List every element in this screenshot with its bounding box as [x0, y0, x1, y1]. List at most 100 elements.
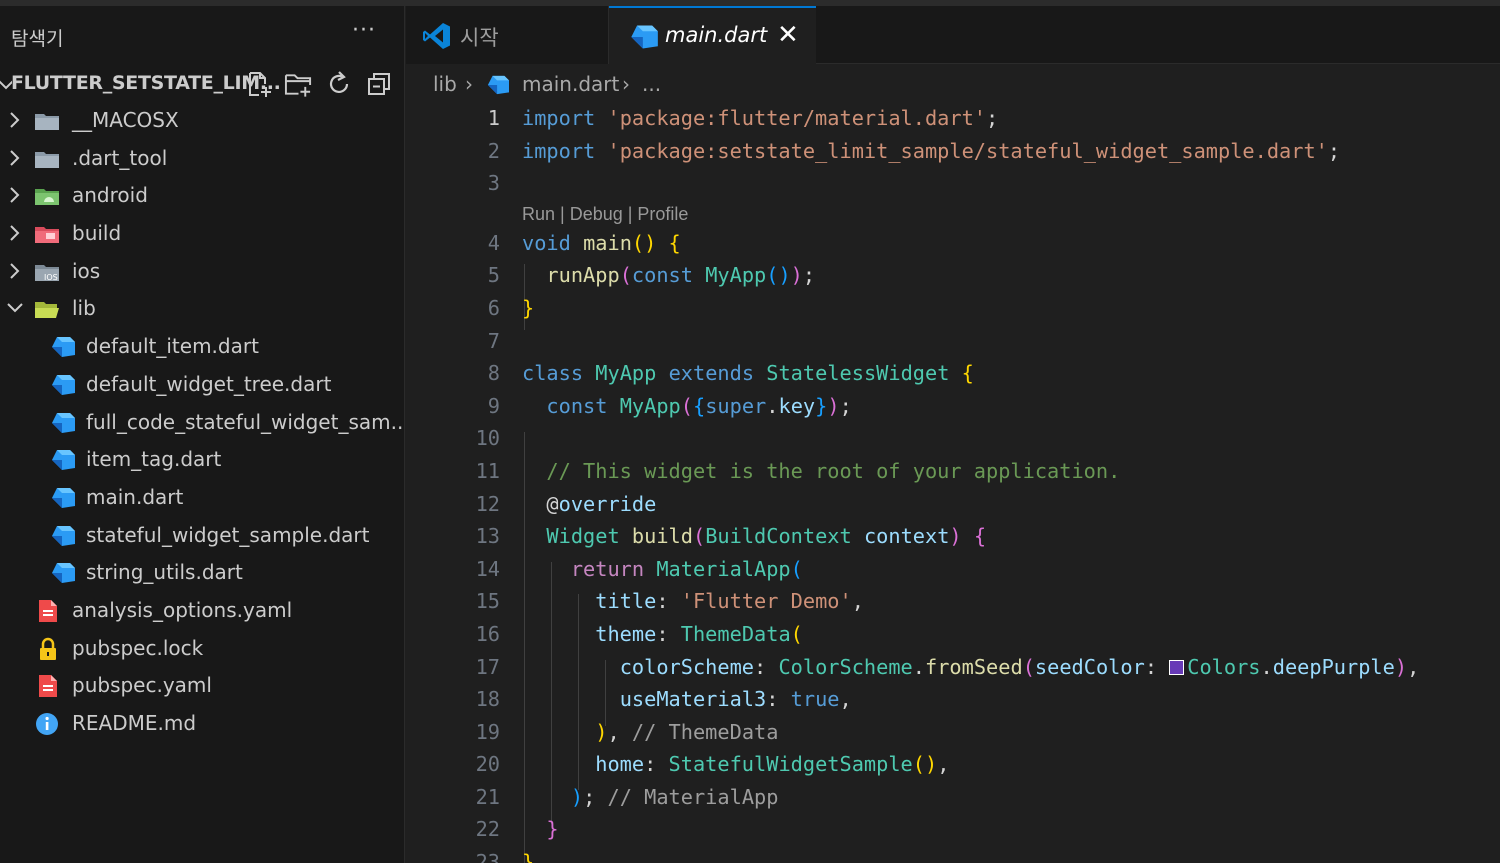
- code-line: 5 runApp(const MyApp());: [406, 259, 1500, 292]
- dart-icon: [52, 563, 75, 584]
- breadcrumb-file[interactable]: main.dart: [522, 72, 619, 96]
- code-line: 8 class MyApp extends StatelessWidget {: [406, 357, 1500, 390]
- line-number: 21: [475, 784, 500, 809]
- explorer-title: 탐색기: [11, 28, 64, 50]
- color-swatch[interactable]: [1169, 659, 1185, 675]
- chevron-down-icon: [7, 303, 23, 313]
- line-number: 15: [475, 589, 500, 614]
- tree-item-lib[interactable]: lib: [0, 290, 404, 328]
- tree-item-label: pubspec.lock: [72, 635, 204, 660]
- project-root-row[interactable]: FLUTTER_SETSTATE_LIM...: [0, 66, 404, 102]
- code-line: 21 ); // MaterialApp: [406, 781, 1500, 814]
- tree-item-item-tag[interactable]: item_tag.dart: [0, 441, 404, 479]
- ios-folder-icon: IOS: [35, 264, 59, 282]
- tab-label: main.dart: [665, 23, 768, 47]
- refresh-icon[interactable]: [324, 70, 353, 99]
- tree-item-label: pubspec.yaml: [72, 673, 212, 698]
- tree-item-full-code-stateful[interactable]: full_code_stateful_widget_sam...: [0, 404, 405, 442]
- tree-item-analysis-options[interactable]: analysis_options.yaml: [0, 592, 404, 630]
- file-tree: __MACOSX .dart_tool android build IOS io…: [0, 102, 405, 743]
- line-number: 6: [487, 295, 500, 320]
- line-number: 1: [487, 106, 500, 130]
- line-number: 10: [475, 426, 500, 451]
- dart-icon: [52, 374, 75, 395]
- chevron-right-icon: ›: [465, 72, 473, 96]
- info-icon: [36, 713, 58, 735]
- code-line: 6}: [406, 292, 1500, 325]
- tree-item-label: .dart_tool: [72, 145, 168, 170]
- code-editor[interactable]: 1 import 'package:flutter/material.dart';…: [406, 102, 1500, 863]
- tree-item-label: full_code_stateful_widget_sam...: [86, 409, 405, 434]
- codelens-run-debug-profile[interactable]: Run | Debug | Profile: [406, 200, 1500, 227]
- tree-item-ios[interactable]: IOS ios: [0, 253, 404, 291]
- tree-item-android[interactable]: android: [0, 177, 404, 215]
- folder-icon: [35, 151, 59, 168]
- line-number: 18: [475, 687, 500, 712]
- line-number: 11: [475, 458, 500, 483]
- new-file-icon[interactable]: [244, 70, 273, 99]
- tree-item-dart-tool[interactable]: .dart_tool: [0, 140, 404, 178]
- dart-icon: [52, 337, 75, 358]
- code-line: 12 @override: [406, 488, 1500, 521]
- android-folder-icon: [35, 189, 59, 206]
- codelens-text[interactable]: Run | Debug | Profile: [522, 204, 688, 225]
- tree-item-label: string_utils.dart: [86, 560, 243, 585]
- tree-item-build[interactable]: build: [0, 215, 404, 253]
- chevron-right-icon: [10, 149, 20, 166]
- lock-icon: [40, 637, 56, 660]
- line-number: 3: [487, 171, 500, 196]
- line-number: 13: [475, 524, 500, 549]
- tab-welcome[interactable]: 시작: [406, 6, 609, 64]
- line-number: 23: [475, 850, 500, 863]
- tree-item-pubspec-lock[interactable]: pubspec.lock: [0, 630, 404, 668]
- tree-item-default-widget-tree[interactable]: default_widget_tree.dart: [0, 366, 404, 404]
- editor-area: 시작 main.dart ✕ lib › main.dart › ... 1 im…: [406, 6, 1500, 863]
- dart-icon: [52, 412, 75, 433]
- tree-item-macosx[interactable]: __MACOSX: [0, 102, 404, 140]
- dart-icon: [52, 450, 75, 471]
- tree-item-stateful-widget-sample[interactable]: stateful_widget_sample.dart: [0, 517, 404, 555]
- code-line: 22 }: [406, 813, 1500, 846]
- tree-item-string-utils[interactable]: string_utils.dart: [0, 554, 404, 592]
- more-actions-button[interactable]: ···: [352, 18, 376, 43]
- chevron-right-icon: [10, 187, 20, 204]
- tree-item-readme[interactable]: README.md: [0, 705, 404, 743]
- yaml-icon: [39, 599, 57, 622]
- code-line: 13 Widget build(BuildContext context) {: [406, 520, 1500, 553]
- code-line: 20 home: StatefulWidgetSample(),: [406, 748, 1500, 781]
- code-line: 16 theme: ThemeData(: [406, 618, 1500, 651]
- project-name: FLUTTER_SETSTATE_LIM...: [11, 72, 281, 94]
- line-number: 7: [487, 328, 500, 353]
- dart-icon: [52, 525, 75, 546]
- line-number: 20: [475, 752, 500, 777]
- tree-item-label: ios: [72, 258, 101, 283]
- tree-item-pubspec-yaml[interactable]: pubspec.yaml: [0, 667, 404, 705]
- tree-item-default-item[interactable]: default_item.dart: [0, 328, 404, 366]
- code-line: 11 // This widget is the root of your ap…: [406, 455, 1500, 488]
- line-number: 5: [487, 263, 500, 288]
- line-number: 16: [475, 621, 500, 646]
- tree-item-label: stateful_widget_sample.dart: [86, 522, 370, 547]
- build-folder-icon: [35, 227, 59, 244]
- code-line: 4 void main() {: [406, 227, 1500, 260]
- tree-item-main[interactable]: main.dart: [0, 479, 404, 517]
- tab-label: 시작: [460, 26, 499, 50]
- tree-item-label: lib: [72, 296, 96, 321]
- close-icon[interactable]: ✕: [777, 20, 799, 50]
- code-line: 17 colorScheme: ColorScheme.fromSeed(see…: [406, 651, 1500, 684]
- collapse-all-icon[interactable]: [364, 70, 393, 99]
- chevron-right-icon: ›: [622, 72, 630, 96]
- breadcrumb: lib › main.dart › ...: [406, 66, 1500, 102]
- code-line: 10: [406, 422, 1500, 455]
- code-line: 19 ), // ThemeData: [406, 716, 1500, 749]
- new-folder-icon[interactable]: [284, 70, 313, 99]
- tab-bar: 시작 main.dart ✕: [406, 6, 1500, 65]
- tab-main-dart[interactable]: main.dart ✕: [609, 6, 816, 65]
- tree-item-label: default_item.dart: [86, 334, 259, 359]
- dart-icon: [487, 75, 509, 95]
- breadcrumb-symbol[interactable]: ...: [642, 72, 661, 96]
- breadcrumb-lib[interactable]: lib: [433, 72, 457, 96]
- line-number: 9: [487, 393, 500, 418]
- line-number: 14: [475, 556, 500, 581]
- code-line: 1 import 'package:flutter/material.dart';: [406, 102, 1500, 135]
